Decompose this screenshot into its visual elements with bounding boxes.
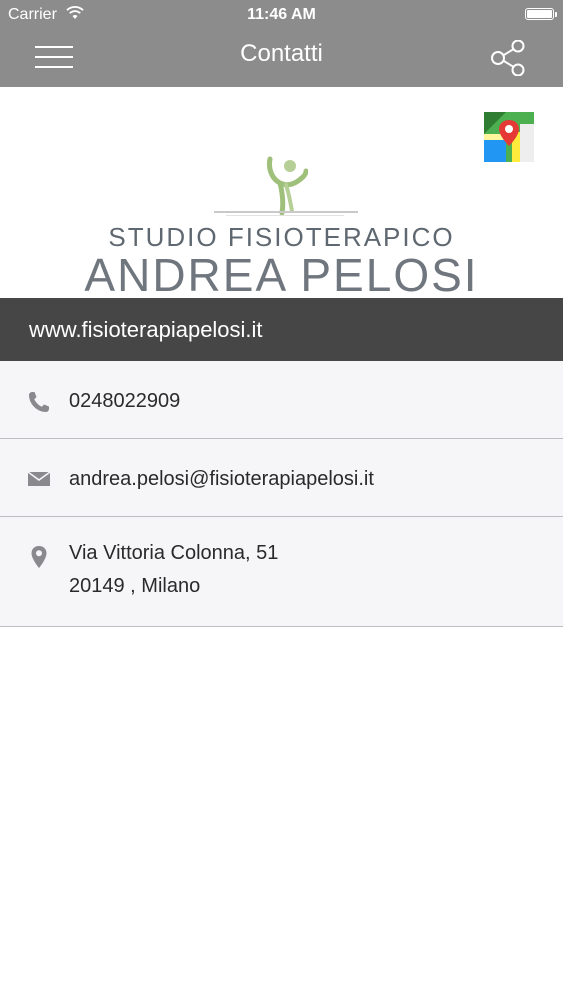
location-pin-icon — [30, 545, 48, 574]
logo-divider-shadow — [226, 215, 344, 216]
navigation-bar: Carrier 11:46 AM Contatti — [0, 0, 563, 87]
logo-figure-icon — [262, 155, 309, 216]
website-url: www.fisioterapiapelosi.it — [29, 317, 263, 342]
contact-row-email[interactable]: andrea.pelosi@fisioterapiapelosi.it — [0, 439, 563, 517]
logo-divider — [214, 211, 358, 213]
address-street: Via Vittoria Colonna, 51 — [69, 542, 279, 564]
battery-icon — [525, 8, 557, 20]
maps-icon[interactable] — [484, 112, 534, 162]
logo-title-line2: ANDREA PELOSI — [84, 249, 479, 301]
email-icon — [27, 470, 51, 493]
website-link[interactable]: www.fisioterapiapelosi.it — [0, 298, 563, 361]
email-address: andrea.pelosi@fisioterapiapelosi.it — [69, 468, 374, 490]
contact-list: 0248022909 andrea.pelosi@fisioterapiapel… — [0, 361, 563, 627]
contact-row-phone[interactable]: 0248022909 — [0, 361, 563, 439]
share-icon[interactable] — [488, 39, 528, 77]
status-time: 11:46 AM — [247, 6, 316, 23]
status-bar: Carrier 11:46 AM — [0, 0, 563, 28]
phone-icon — [27, 390, 51, 419]
phone-number: 0248022909 — [69, 390, 181, 412]
contact-row-address[interactable]: Via Vittoria Colonna, 51 20149 , Milano — [0, 517, 563, 627]
page-title: Contatti — [240, 40, 323, 67]
address-city: 20149 , Milano — [69, 575, 201, 597]
